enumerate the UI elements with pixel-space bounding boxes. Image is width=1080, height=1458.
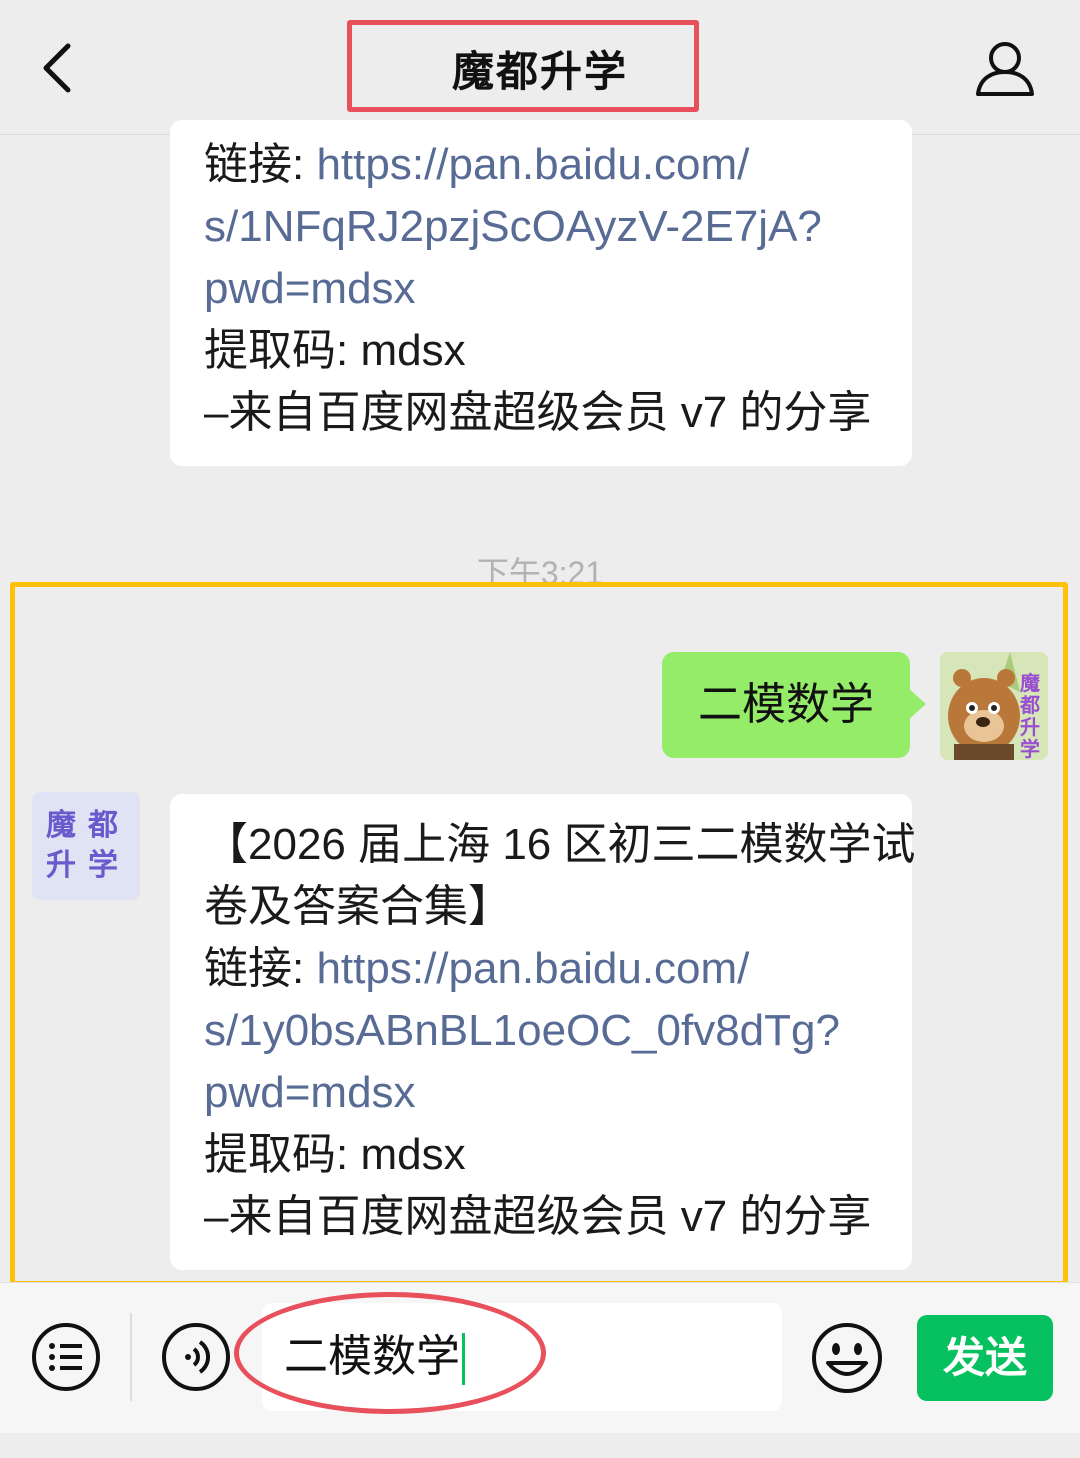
emoji-button[interactable] bbox=[810, 1321, 884, 1395]
profile-icon bbox=[976, 42, 1034, 96]
chat-header: 魔都升学 bbox=[0, 0, 1080, 135]
title-highlight-box bbox=[347, 20, 699, 112]
menu-button[interactable] bbox=[30, 1321, 102, 1393]
reply-highlight-box bbox=[10, 582, 1068, 1286]
menu-list-icon bbox=[32, 1323, 100, 1391]
extraction-code: 提取码: mdsx bbox=[204, 326, 466, 375]
voice-icon bbox=[162, 1323, 230, 1391]
voice-button[interactable] bbox=[160, 1321, 232, 1393]
share-link[interactable]: https://pan.baidu.com/ bbox=[316, 140, 749, 189]
share-link[interactable]: s/1NFqRJ2pzjScOAyzV-2E7jA? bbox=[204, 196, 878, 258]
profile-button[interactable] bbox=[972, 38, 1038, 100]
emoji-icon bbox=[812, 1323, 882, 1393]
input-highlight-circle bbox=[234, 1292, 546, 1414]
send-button[interactable]: 发送 bbox=[917, 1315, 1053, 1401]
divider bbox=[130, 1313, 132, 1401]
share-link[interactable]: pwd=mdsx bbox=[204, 258, 878, 320]
share-footer: –来自百度网盘超级会员 v7 的分享 bbox=[204, 388, 872, 437]
message-bubble-previous: 链接: https://pan.baidu.com/ s/1NFqRJ2pzjS… bbox=[170, 120, 912, 466]
link-label: 链接: bbox=[204, 140, 317, 189]
